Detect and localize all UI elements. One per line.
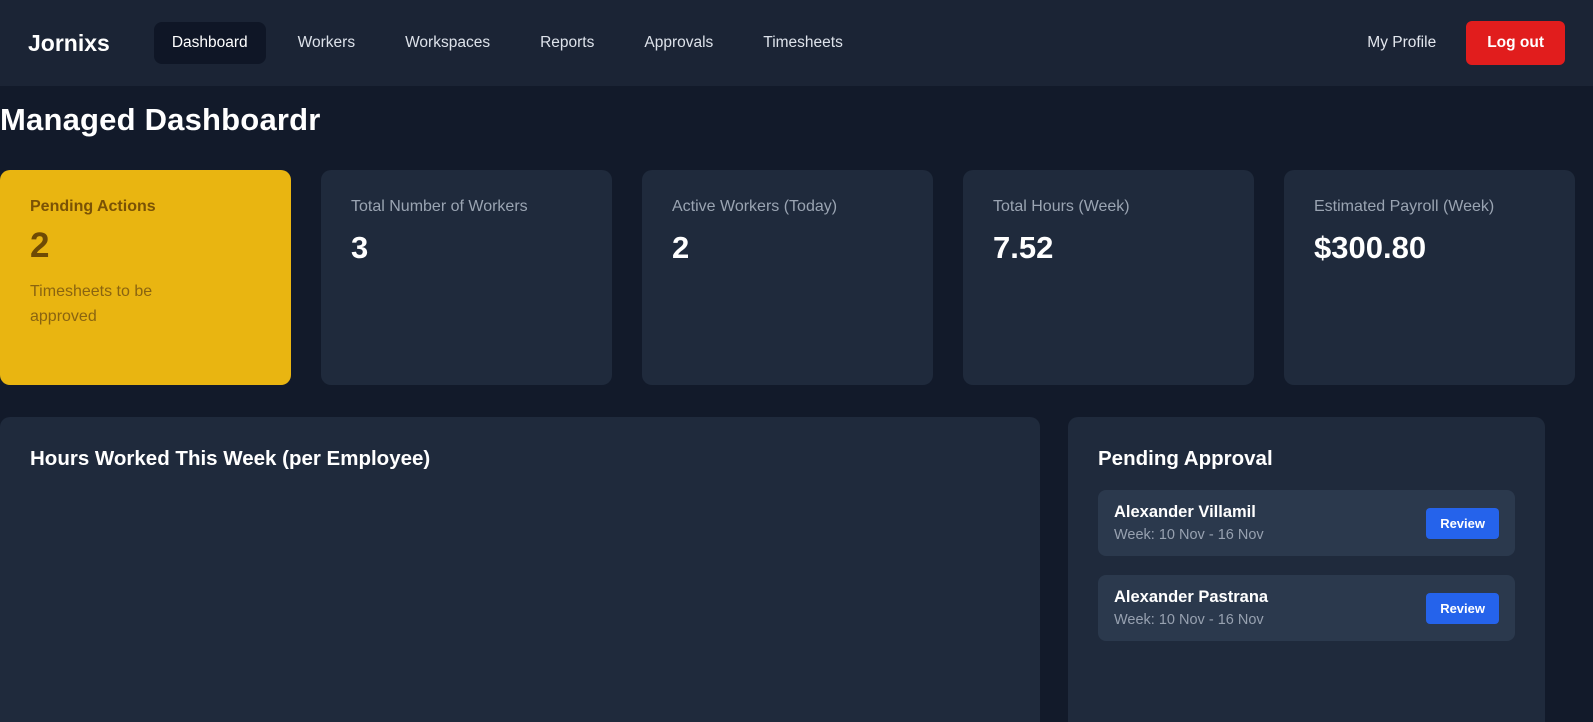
- pending-approval-panel: Pending Approval Alexander Villamil Week…: [1068, 417, 1545, 722]
- nav-item-timesheets[interactable]: Timesheets: [745, 22, 861, 64]
- approval-item-text: Alexander Villamil Week: 10 Nov - 16 Nov: [1114, 503, 1264, 543]
- nav-item-workspaces[interactable]: Workspaces: [387, 22, 508, 64]
- approval-item-text: Alexander Pastrana Week: 10 Nov - 16 Nov: [1114, 588, 1268, 628]
- bottom-panels: Hours Worked This Week (per Employee) Pe…: [0, 417, 1593, 722]
- stat-card-estimated-payroll: Estimated Payroll (Week) $300.80: [1284, 170, 1575, 385]
- main-content: Managed Dashboardr Pending Actions 2 Tim…: [0, 102, 1593, 722]
- approval-list-item: Alexander Villamil Week: 10 Nov - 16 Nov…: [1098, 490, 1515, 556]
- stat-card-total-hours: Total Hours (Week) 7.52: [963, 170, 1254, 385]
- stat-card-active-workers: Active Workers (Today) 2: [642, 170, 933, 385]
- stat-label: Total Number of Workers: [351, 198, 528, 215]
- chart-panel-title: Hours Worked This Week (per Employee): [30, 447, 431, 470]
- hours-worked-chart-panel: Hours Worked This Week (per Employee): [0, 417, 1040, 722]
- nav-item-reports[interactable]: Reports: [522, 22, 612, 64]
- approval-list-item: Alexander Pastrana Week: 10 Nov - 16 Nov…: [1098, 575, 1515, 641]
- approvals-panel-title: Pending Approval: [1098, 447, 1273, 470]
- stat-label: Total Hours (Week): [993, 198, 1130, 215]
- nav-item-workers[interactable]: Workers: [280, 22, 373, 64]
- stat-subtext: Timesheets to be approved: [30, 283, 153, 325]
- page-title: Managed Dashboardr: [0, 102, 321, 137]
- stat-value: 2: [672, 230, 690, 265]
- stats-row: Pending Actions 2 Timesheets to be appro…: [0, 170, 1593, 385]
- stat-value: $300.80: [1314, 230, 1427, 265]
- top-navbar: Jornixs Dashboard Workers Workspaces Rep…: [0, 0, 1593, 86]
- approval-worker-name: Alexander Villamil: [1114, 503, 1256, 521]
- stat-card-pending-actions: Pending Actions 2 Timesheets to be appro…: [0, 170, 291, 385]
- stat-value: 7.52: [993, 230, 1054, 265]
- review-button[interactable]: Review: [1426, 507, 1499, 539]
- my-profile-link[interactable]: My Profile: [1367, 34, 1436, 52]
- nav-item-dashboard[interactable]: Dashboard: [153, 22, 266, 64]
- logout-button[interactable]: Log out: [1466, 21, 1565, 65]
- approval-worker-name: Alexander Pastrana: [1114, 588, 1269, 606]
- brand-logo[interactable]: Jornixs: [28, 30, 110, 57]
- review-button[interactable]: Review: [1426, 592, 1499, 624]
- stat-label: Estimated Payroll (Week): [1314, 198, 1495, 215]
- stat-value: 3: [351, 230, 369, 265]
- approval-week-range: Week: 10 Nov - 16 Nov: [1114, 527, 1264, 543]
- stat-label: Active Workers (Today): [672, 198, 838, 215]
- stat-value: 2: [30, 226, 50, 265]
- nav-right-section: My Profile Log out: [1367, 21, 1565, 65]
- stat-card-total-workers: Total Number of Workers 3: [321, 170, 612, 385]
- approval-week-range: Week: 10 Nov - 16 Nov: [1114, 612, 1264, 628]
- nav-menu: Dashboard Workers Workspaces Reports App…: [153, 22, 1367, 64]
- nav-item-approvals[interactable]: Approvals: [626, 22, 731, 64]
- stat-label: Pending Actions: [30, 198, 156, 215]
